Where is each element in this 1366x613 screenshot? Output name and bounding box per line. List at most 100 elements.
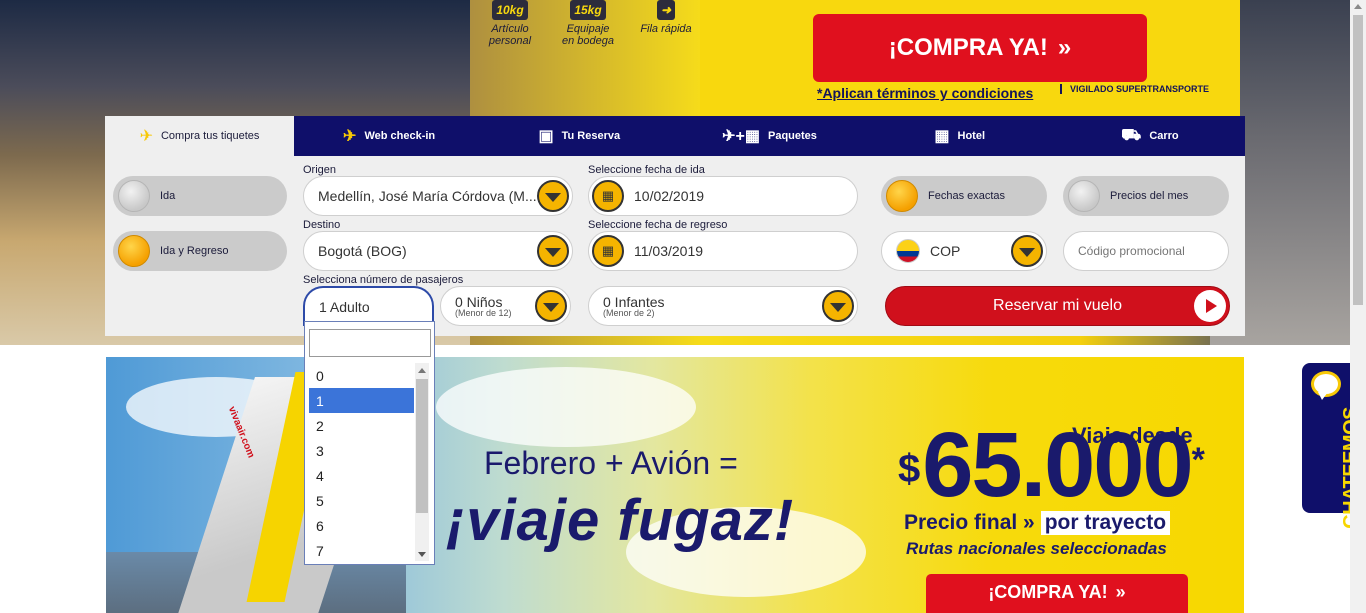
page-scrollbar[interactable] bbox=[1350, 0, 1366, 613]
promo-headline: Febrero + Avión = bbox=[484, 445, 738, 481]
children-note: (Menor de 12) bbox=[455, 307, 512, 318]
chat-bubble-icon bbox=[1311, 371, 1341, 400]
chevron-down-icon[interactable] bbox=[537, 235, 569, 267]
return-date-value: 11/03/2019 bbox=[634, 243, 704, 259]
tab-tu-reserva[interactable]: ▣ Tu Reserva bbox=[484, 116, 674, 156]
scrollbar-thumb[interactable] bbox=[416, 379, 428, 513]
currency-symbol: $ bbox=[898, 447, 920, 491]
radio-precios-del-mes[interactable]: Precios del mes bbox=[1063, 176, 1229, 216]
adults-select[interactable]: 1 Adulto bbox=[303, 286, 434, 326]
reservation-icon: ▣ bbox=[538, 128, 554, 145]
radio-fechas-exactas[interactable]: Fechas exactas bbox=[881, 176, 1047, 216]
dropdown-option-selected[interactable]: 1 bbox=[309, 388, 414, 413]
tab-label: Web check-in bbox=[364, 130, 436, 142]
departure-date-value: 10/02/2019 bbox=[634, 188, 705, 204]
origin-select[interactable]: Medellín, José María Córdova (M... bbox=[303, 176, 573, 216]
hero-buy-button[interactable]: ¡COMPRA YA! » bbox=[813, 14, 1147, 82]
radio-label: Ida y Regreso bbox=[160, 245, 229, 257]
promo-final-price: Precio final » por trayecto bbox=[904, 511, 1171, 535]
destination-value: Bogotá (BOG) bbox=[318, 243, 407, 259]
car-icon: ⛟ bbox=[1121, 127, 1142, 144]
tab-carro[interactable]: ⛟ Carro bbox=[1055, 116, 1245, 156]
radio-label: Fechas exactas bbox=[928, 190, 1006, 202]
return-label: Seleccione fecha de regreso bbox=[588, 219, 728, 231]
promo-banner: vivaair.com Febrero + Avión = ¡viaje fug… bbox=[106, 357, 1244, 613]
chevron-down-icon[interactable] bbox=[537, 180, 569, 212]
children-select[interactable]: 0 Niños (Menor de 12) bbox=[440, 286, 571, 326]
promo-buy-button[interactable]: ¡COMPRA YA! » bbox=[926, 574, 1188, 613]
dropdown-scrollbar[interactable] bbox=[415, 363, 429, 561]
dropdown-search-input[interactable] bbox=[309, 329, 431, 357]
baggage-label: Equipaje en bodega bbox=[562, 23, 614, 47]
adults-value: 1 Adulto bbox=[319, 299, 370, 315]
scroll-up-icon[interactable] bbox=[415, 363, 429, 377]
dropdown-option[interactable]: 3 bbox=[309, 438, 414, 463]
tab-label: Tu Reserva bbox=[561, 130, 621, 142]
currency-select[interactable]: COP bbox=[881, 231, 1047, 271]
radio-ida-y-regreso[interactable]: Ida y Regreso bbox=[113, 231, 287, 271]
reserve-flight-button[interactable]: Reservar mi vuelo bbox=[885, 286, 1230, 326]
plane-cloud-icon: ✈ bbox=[139, 128, 153, 145]
infants-select[interactable]: 0 Infantes (Menor de 2) bbox=[588, 286, 858, 326]
price-value: 65.000 bbox=[922, 414, 1193, 516]
double-arrow-icon: » bbox=[1115, 582, 1126, 602]
infants-text: 0 Infantes (Menor de 2) bbox=[603, 295, 665, 318]
tab-label: Hotel bbox=[957, 130, 986, 142]
destination-select[interactable]: Bogotá (BOG) bbox=[303, 231, 573, 271]
final-highlight: por trayecto bbox=[1040, 511, 1171, 535]
tab-compra-tiquetes[interactable]: ✈ Compra tus tiquetes bbox=[105, 116, 294, 156]
building-icon: ▦ bbox=[934, 128, 950, 145]
dropdown-options: 0 1 2 3 4 5 6 7 bbox=[309, 363, 414, 563]
booking-tabs: ✈ Compra tus tiquetes ✈ Web check-in ▣ T… bbox=[105, 116, 1245, 156]
promo-price: $ 65.000 * bbox=[898, 414, 1205, 516]
promo-code-input[interactable] bbox=[1063, 231, 1229, 271]
departure-label: Seleccione fecha de ida bbox=[588, 164, 705, 176]
hero-buy-label: ¡COMPRA YA! bbox=[888, 34, 1048, 61]
children-text: 0 Niños (Menor de 12) bbox=[455, 295, 512, 318]
radio-on-icon bbox=[886, 180, 918, 212]
chevron-down-icon[interactable] bbox=[822, 290, 854, 322]
bag-15kg-icon: 15kg bbox=[570, 0, 606, 20]
bag-10kg-icon: 10kg bbox=[492, 0, 528, 20]
dropdown-option[interactable]: 5 bbox=[309, 488, 414, 513]
booking-widget: ✈ Compra tus tiquetes ✈ Web check-in ▣ T… bbox=[105, 116, 1245, 336]
chevron-down-icon[interactable] bbox=[1011, 235, 1043, 267]
scroll-up-icon[interactable] bbox=[1354, 4, 1362, 9]
destination-label: Destino bbox=[303, 219, 341, 231]
return-date-field[interactable]: ▦ 11/03/2019 bbox=[588, 231, 858, 271]
dropdown-option[interactable]: 7 bbox=[309, 538, 414, 563]
infants-note: (Menor de 2) bbox=[603, 307, 655, 318]
adults-dropdown: 0 1 2 3 4 5 6 7 bbox=[304, 321, 435, 565]
baggage-item: 15kg Equipaje en bodega bbox=[560, 0, 616, 47]
tab-hotel[interactable]: ▦ Hotel bbox=[865, 116, 1055, 156]
radio-off-icon bbox=[118, 180, 150, 212]
play-icon bbox=[1194, 290, 1226, 322]
tab-paquetes[interactable]: ✈+▦ Paquetes bbox=[674, 116, 864, 156]
terms-link[interactable]: *Aplican términos y condiciones bbox=[817, 85, 1033, 101]
promo-routes: Rutas nacionales seleccionadas bbox=[906, 539, 1167, 558]
departure-date-field[interactable]: ▦ 10/02/2019 bbox=[588, 176, 858, 216]
calendar-icon[interactable]: ▦ bbox=[592, 235, 624, 267]
colombia-flag-icon bbox=[896, 239, 920, 263]
dropdown-option[interactable]: 4 bbox=[309, 463, 414, 488]
origin-label: Origen bbox=[303, 164, 337, 176]
radio-label: Precios del mes bbox=[1110, 190, 1189, 202]
baggage-label: Fila rápida bbox=[640, 23, 692, 35]
tab-web-checkin[interactable]: ✈ Web check-in bbox=[294, 116, 484, 156]
scroll-down-icon[interactable] bbox=[415, 547, 429, 561]
radio-ida[interactable]: Ida bbox=[113, 176, 287, 216]
promo-buy-label: ¡COMPRA YA! bbox=[988, 582, 1108, 602]
chat-widget[interactable]: CHATEEMOS bbox=[1302, 363, 1362, 529]
chevron-down-icon[interactable] bbox=[535, 290, 567, 322]
dropdown-option[interactable]: 2 bbox=[309, 413, 414, 438]
price-asterisk: * bbox=[1191, 441, 1205, 479]
vigilado-logo: VIGILADO SUPERTRANSPORTE bbox=[1060, 84, 1209, 94]
scrollbar-thumb[interactable] bbox=[1353, 15, 1363, 305]
dropdown-option[interactable]: 0 bbox=[309, 363, 414, 388]
tab-label: Paquetes bbox=[767, 130, 817, 142]
baggage-item: 10kg Artículo personal bbox=[482, 0, 538, 47]
double-arrow-icon: » bbox=[1057, 34, 1072, 61]
dropdown-option[interactable]: 6 bbox=[309, 513, 414, 538]
baggage-allowance: 10kg Artículo personal 15kg Equipaje en … bbox=[482, 0, 694, 47]
calendar-icon[interactable]: ▦ bbox=[592, 180, 624, 212]
